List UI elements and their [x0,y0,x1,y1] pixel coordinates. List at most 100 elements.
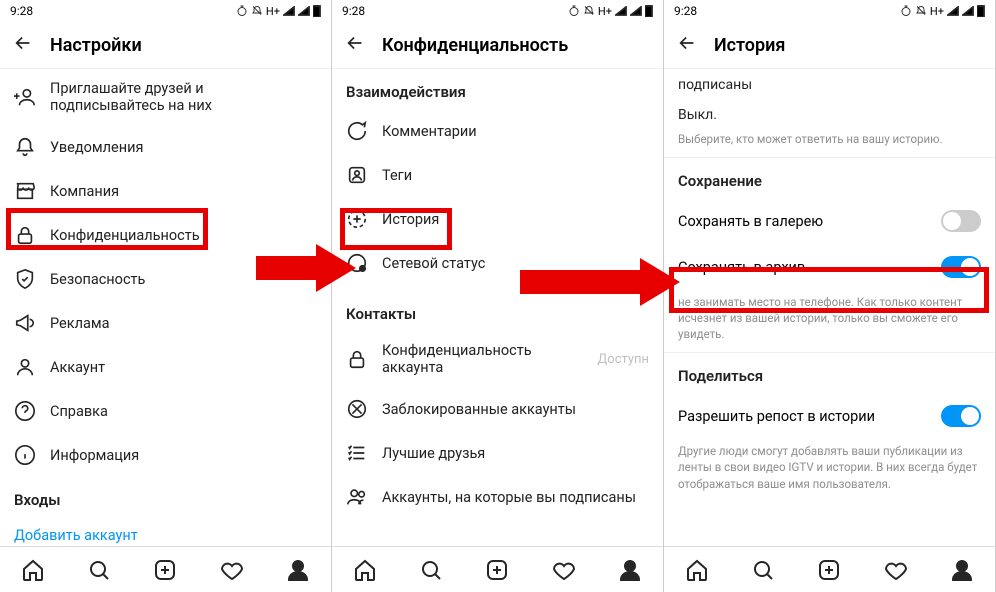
search-icon[interactable] [87,558,111,582]
toggle-label: Сохранять в архив [678,259,805,276]
menu-help[interactable]: Справка [0,389,331,433]
megaphone-icon [14,312,36,334]
logins-header: Входы [0,477,331,517]
menu-label: Безопасность [50,271,317,288]
menu-label: История [382,211,649,228]
bell-icon [14,136,36,158]
home-icon[interactable] [685,558,709,582]
add-post-icon[interactable] [153,558,177,582]
menu-close-friends[interactable]: Лучшие друзья [332,431,663,475]
comment-icon [346,120,368,142]
header: Конфиденциальность [332,22,663,69]
home-icon[interactable] [353,558,377,582]
settings-list: Приглашайте друзей и подписывайтесь на н… [0,69,331,546]
toggle-label: Сохранять в галерею [678,213,823,230]
section-save: Сохранение [664,158,995,198]
menu-label: Компания [50,183,317,200]
header: История [664,22,995,69]
back-icon[interactable] [344,32,366,58]
panel-settings: 9:28 H+ Настройки Приглашайте друзей и п… [0,0,332,592]
status-icons: H+ [236,5,321,18]
toggle-switch[interactable] [941,210,981,232]
menu-info[interactable]: Информация [0,433,331,477]
search-icon[interactable] [751,558,775,582]
menu-story[interactable]: История [332,197,663,241]
menu-label: Заблокированные аккаунты [382,401,649,418]
menu-account[interactable]: Аккаунт [0,345,331,389]
menu-blocked[interactable]: Заблокированные аккаунты [332,387,663,431]
add-account-link[interactable]: Добавить аккаунт [0,517,331,546]
privacy-list: Взаимодействия Комментарии Теги История … [332,69,663,546]
menu-tags[interactable]: Теги [332,153,663,197]
menu-privacy[interactable]: Конфиденциальность [0,213,331,257]
menu-security[interactable]: Безопасность [0,257,331,301]
bottom-nav [664,546,995,592]
row-save-gallery[interactable]: Сохранять в галерею [664,198,995,244]
menu-ads[interactable]: Реклама [0,301,331,345]
panel-story: 9:28 H+ История подписаны Выкл. Выберите… [664,0,996,592]
story-settings: подписаны Выкл. Выберите, кто может отве… [664,69,995,546]
header: Настройки [0,22,331,69]
status-bar: 9:28 H+ [0,0,331,22]
shield-icon [14,268,36,290]
menu-label: Лучшие друзья [382,445,649,462]
status-time: 9:28 [342,4,365,18]
reply-hint: Выберите, кто может ответить на вашу ист… [664,127,995,157]
row-save-archive[interactable]: Сохранять в архив [664,244,995,290]
menu-label: Справка [50,403,317,420]
menu-label: Сетевой статус [382,255,649,272]
heart-icon[interactable] [884,558,908,582]
bottom-nav [0,546,331,592]
bottom-nav [332,546,663,592]
menu-label: Уведомления [50,139,317,156]
storefront-icon [14,180,36,202]
menu-label: Приглашайте друзей и подписывайтесь на н… [50,80,317,114]
menu-comments[interactable]: Комментарии [332,109,663,153]
menu-label: Реклама [50,315,317,332]
status-bar: 9:28 H+ [332,0,663,22]
menu-label: Аккаунт [50,359,317,376]
search-icon[interactable] [419,558,443,582]
toggle-switch[interactable] [941,256,981,278]
menu-invite[interactable]: Приглашайте друзей и подписывайтесь на н… [0,69,331,125]
profile-icon[interactable] [286,558,310,582]
menu-trailing: Доступн [598,352,649,367]
menu-following[interactable]: Аккаунты, на которые вы подписаны [332,475,663,519]
menu-activity-status[interactable]: Сетевой статус [332,241,663,285]
section-contacts: Контакты [332,285,663,331]
blocked-icon [346,398,368,420]
back-icon[interactable] [12,32,34,58]
back-icon[interactable] [676,32,698,58]
story-icon [346,208,368,230]
subscribed-label: подписаны [664,69,995,99]
section-interactions: Взаимодействия [332,69,663,109]
row-allow-repost[interactable]: Разрешить репост в истории [664,393,995,439]
menu-account-privacy[interactable]: Конфиденциальность аккаунта Доступн [332,331,663,387]
menu-label: Конфиденциальность [50,227,317,244]
status-time: 9:28 [674,4,697,18]
menu-business[interactable]: Компания [0,169,331,213]
lock-icon [346,348,368,370]
heart-icon[interactable] [552,558,576,582]
toggle-label: Разрешить репост в истории [678,408,875,425]
profile-icon[interactable] [950,558,974,582]
heart-icon[interactable] [220,558,244,582]
users-icon [346,486,368,508]
page-title: Настройки [50,35,142,56]
repost-hint: Другие люди смогут добавлять ваши публик… [664,439,995,501]
toggle-switch[interactable] [941,405,981,427]
off-value: Выкл. [664,99,995,127]
user-icon [14,356,36,378]
profile-icon[interactable] [618,558,642,582]
add-post-icon[interactable] [817,558,841,582]
menu-label: Теги [382,167,649,184]
menu-label: Комментарии [382,123,649,140]
menu-label: Информация [50,447,317,464]
status-time: 9:28 [10,4,33,18]
add-post-icon[interactable] [485,558,509,582]
home-icon[interactable] [21,558,45,582]
archive-hint: не занимать место на телефоне. Как тольк… [664,290,995,352]
page-title: Конфиденциальность [382,35,568,56]
help-icon [14,400,36,422]
menu-notifications[interactable]: Уведомления [0,125,331,169]
